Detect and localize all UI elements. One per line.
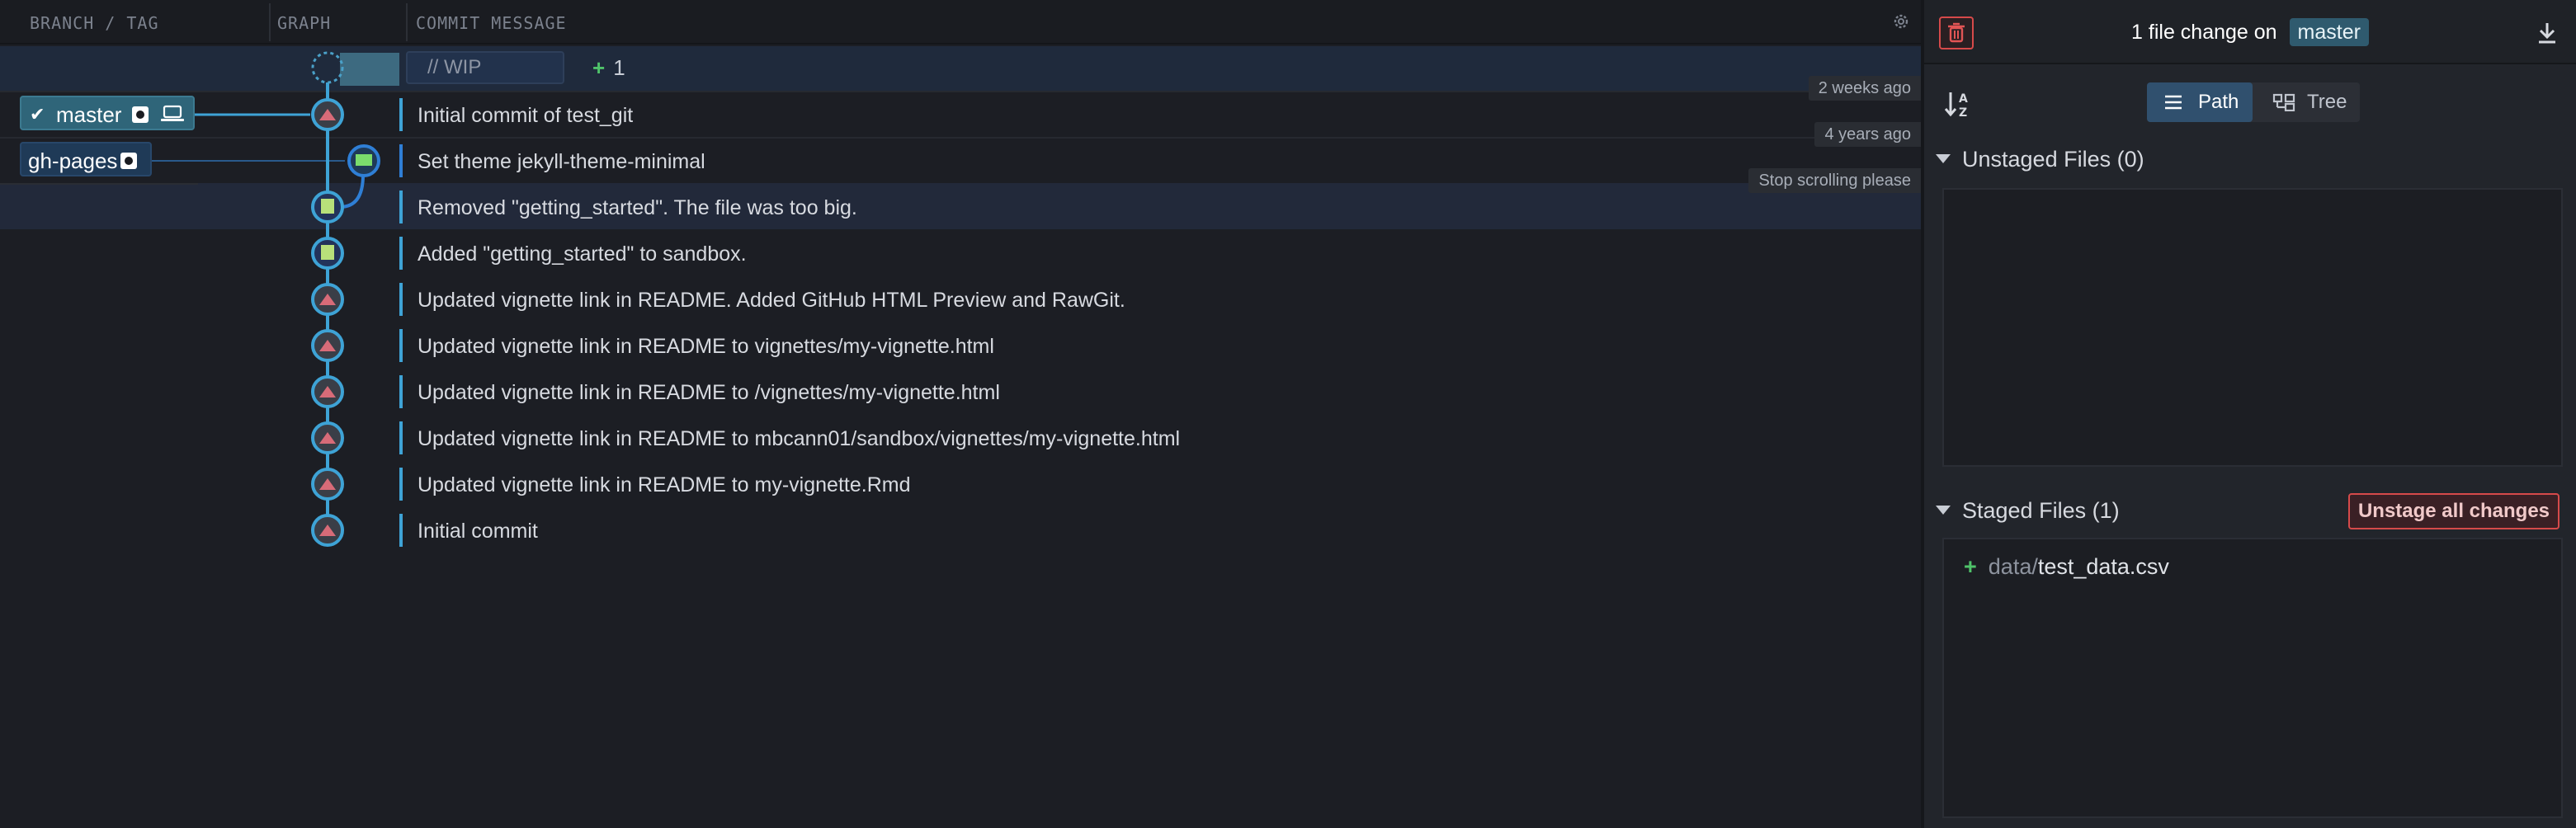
commit-row[interactable]: Initial commit bbox=[0, 507, 1921, 553]
svg-text:A: A bbox=[1959, 92, 1968, 106]
wip-count-value: 1 bbox=[613, 55, 625, 80]
branch-color-bar bbox=[399, 283, 403, 316]
added-icon: + bbox=[1964, 554, 1977, 579]
trash-icon bbox=[1948, 22, 1965, 43]
panel-header: 1 file change on master bbox=[1924, 0, 2576, 64]
commit-row[interactable]: Removed "getting_started". The file was … bbox=[0, 184, 1921, 230]
commit-row[interactable]: Added "getting_started" to sandbox. bbox=[0, 230, 1921, 276]
branch-color-bar bbox=[399, 421, 403, 454]
file-change-summary: 1 file change on master bbox=[1924, 18, 2576, 46]
unstaged-files-title: Unstaged Files (0) bbox=[1962, 147, 2144, 172]
commit-row[interactable]: Updated vignette link in README to /vign… bbox=[0, 369, 1921, 415]
timestamp-tag: 4 years ago bbox=[1814, 122, 1921, 147]
timestamp-tag: 2 weeks ago bbox=[1808, 76, 1921, 101]
branch-color-bar bbox=[399, 237, 403, 270]
commit-message: Set theme jekyll-theme-minimal bbox=[418, 150, 705, 173]
commit-message: Removed "getting_started". The file was … bbox=[418, 196, 857, 219]
branch-color-bar bbox=[399, 375, 403, 408]
svg-text:Z: Z bbox=[1959, 106, 1967, 119]
unstaged-files-toggle[interactable]: Unstaged Files (0) bbox=[1936, 147, 2144, 172]
branch-color-bar bbox=[399, 144, 403, 177]
sort-alphabetical-icon[interactable]: A Z bbox=[1944, 89, 1974, 119]
commit-row[interactable]: Updated vignette link in README to my-vi… bbox=[0, 461, 1921, 507]
commit-message: Added "getting_started" to sandbox. bbox=[418, 242, 747, 266]
branch-color-bar bbox=[399, 468, 403, 501]
staged-files-toggle[interactable]: Staged Files (1) bbox=[1936, 498, 2120, 524]
commit-message: Updated vignette link in README to my-vi… bbox=[418, 473, 911, 496]
commit-row[interactable]: Initial commit of test_git bbox=[0, 92, 1921, 138]
graph-header[interactable]: GRAPH bbox=[277, 0, 331, 45]
caret-down-icon bbox=[1936, 154, 1951, 164]
column-divider[interactable] bbox=[269, 3, 271, 41]
plus-icon: + bbox=[592, 55, 606, 80]
branch-tag-header[interactable]: BRANCH / TAG bbox=[30, 0, 159, 45]
branch-color-bar bbox=[399, 514, 403, 547]
commit-message: Initial commit of test_git bbox=[418, 104, 634, 127]
commit-row[interactable]: Updated vignette link in README. Added G… bbox=[0, 276, 1921, 322]
branch-color-bar bbox=[399, 98, 403, 131]
download-icon[interactable] bbox=[2536, 21, 2558, 45]
wip-summary-input[interactable]: // WIP bbox=[406, 51, 564, 84]
commit-row[interactable]: Updated vignette link in README to mbcan… bbox=[0, 415, 1921, 461]
wip-added-count: +1 bbox=[592, 51, 625, 84]
commit-row[interactable]: Set theme jekyll-theme-minimal bbox=[0, 138, 1921, 184]
column-divider[interactable] bbox=[406, 3, 408, 41]
branch-badge: master bbox=[2289, 18, 2369, 46]
staged-files-list[interactable]: + data/test_data.csv bbox=[1942, 538, 2563, 818]
unstaged-files-list[interactable] bbox=[1942, 188, 2563, 467]
path-view-button[interactable]: Path bbox=[2147, 82, 2253, 122]
commit-panel: 1 file change on master A Z Path Tree Un… bbox=[1921, 0, 2576, 828]
unstage-all-button[interactable]: Unstage all changes bbox=[2348, 493, 2559, 529]
file-name: test_data.csv bbox=[2037, 554, 2169, 579]
path-label: Path bbox=[2198, 91, 2239, 113]
column-headers: BRANCH / TAG GRAPH COMMIT MESSAGE bbox=[0, 0, 1921, 45]
caret-down-icon bbox=[1936, 506, 1951, 515]
wip-node[interactable] bbox=[311, 51, 344, 84]
staged-file-item[interactable]: + data/test_data.csv bbox=[1964, 554, 2169, 580]
staged-files-title: Staged Files (1) bbox=[1962, 498, 2120, 523]
view-mode-toggle: Path Tree bbox=[2147, 82, 2360, 122]
branch-color-bar bbox=[399, 191, 403, 223]
commit-message: Updated vignette link in README to mbcan… bbox=[418, 427, 1181, 450]
commit-message: Updated vignette link in README to vigne… bbox=[418, 335, 994, 358]
discard-changes-button[interactable] bbox=[1939, 16, 1974, 49]
file-directory: data/ bbox=[1988, 554, 2038, 579]
commit-message-header[interactable]: COMMIT MESSAGE bbox=[416, 0, 567, 45]
commit-message: Updated vignette link in README to /vign… bbox=[418, 381, 1000, 404]
graph-settings-icon[interactable] bbox=[1891, 12, 1911, 31]
commit-message: Initial commit bbox=[418, 520, 538, 543]
commit-graph-pane: BRANCH / TAG GRAPH COMMIT MESSAGE // WIP… bbox=[0, 0, 1921, 828]
tree-icon bbox=[2272, 93, 2295, 111]
tree-view-button[interactable]: Tree bbox=[2253, 82, 2360, 122]
commit-row[interactable]: Updated vignette link in README to vigne… bbox=[0, 322, 1921, 369]
commit-message: Updated vignette link in README. Added G… bbox=[418, 289, 1125, 312]
list-icon bbox=[2165, 95, 2182, 110]
timestamp-tag: Stop scrolling please bbox=[1748, 168, 1921, 193]
file-change-text: 1 file change on bbox=[2131, 21, 2277, 44]
tree-label: Tree bbox=[2307, 91, 2347, 113]
branch-color-bar bbox=[399, 329, 403, 362]
